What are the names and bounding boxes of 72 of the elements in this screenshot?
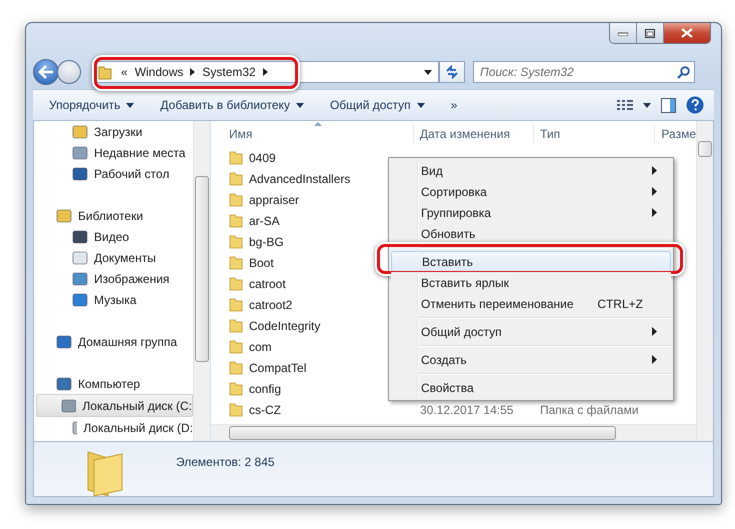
view-list-icon[interactable]: [617, 98, 633, 112]
column-header[interactable]: Разме: [655, 125, 696, 143]
maximize-icon: [645, 28, 655, 38]
item-count: Элементов: 2 845: [176, 455, 275, 469]
file-name[interactable]: appraiser: [249, 192, 300, 206]
breadcrumb[interactable]: System32: [202, 65, 256, 79]
scrollbar[interactable]: [696, 121, 713, 441]
toolbar-button[interactable]: Общий доступ: [326, 96, 429, 114]
file-name[interactable]: ar-SA: [249, 214, 280, 228]
back-button[interactable]: [33, 59, 59, 85]
nav-item[interactable]: Компьютер: [48, 373, 193, 394]
file-name[interactable]: bg-BG: [249, 234, 284, 248]
breadcrumb-overflow[interactable]: «: [121, 65, 128, 79]
file-name[interactable]: catroot2: [249, 298, 292, 312]
sort-arrow-icon: [314, 122, 322, 126]
submenu-arrow-icon: [652, 208, 657, 217]
submenu-arrow-icon: [652, 327, 657, 336]
nav-item[interactable]: Домашняя группа: [48, 331, 193, 352]
toolbar-button[interactable]: Упорядочить: [45, 96, 138, 114]
file-name[interactable]: catroot: [249, 276, 286, 290]
maximize-button[interactable]: [637, 23, 664, 43]
file-name[interactable]: config: [249, 382, 282, 396]
file-name[interactable]: Boot: [249, 256, 274, 270]
file-name[interactable]: 0409: [249, 150, 276, 164]
file-name[interactable]: AdvancedInstallers: [249, 172, 350, 186]
refresh-icon: [444, 65, 460, 79]
submenu-arrow-icon: [652, 166, 657, 175]
help-icon[interactable]: [686, 96, 704, 114]
back-arrow-icon: [38, 65, 54, 79]
scrollbar[interactable]: [193, 121, 210, 441]
date-cell: 30.12.2017 14:55: [420, 402, 514, 416]
close-icon: [681, 28, 693, 38]
nav-item[interactable]: Загрузки: [48, 121, 193, 142]
horizontal-scrollbar[interactable]: [211, 424, 696, 441]
minimize-icon: [618, 30, 628, 36]
menu-item[interactable]: Вставить ярлык: [391, 272, 671, 293]
submenu-arrow-icon: [652, 187, 657, 196]
search-icon[interactable]: [677, 66, 690, 79]
type-cell: Папка с файлами: [540, 402, 639, 416]
chevron-icon[interactable]: [190, 68, 196, 76]
nav-item[interactable]: Рабочий стол: [48, 163, 193, 184]
menu-item[interactable]: Вставить: [391, 251, 671, 272]
nav-item[interactable]: Локальный диск (D:: [48, 417, 193, 438]
toolbar-button[interactable]: »: [446, 96, 462, 114]
breadcrumb[interactable]: Windows: [134, 65, 184, 79]
file-name[interactable]: com: [249, 340, 272, 354]
nav-item[interactable]: Изображения: [48, 268, 193, 289]
dropdown-icon: [416, 102, 425, 108]
refresh-button[interactable]: [439, 61, 465, 83]
file-name[interactable]: CodeIntegrity: [249, 318, 320, 332]
search-field[interactable]: Поиск: System32: [473, 61, 695, 83]
dropdown-icon[interactable]: [643, 102, 651, 108]
nav-item[interactable]: Локальный диск (C:: [36, 394, 193, 417]
minimize-button[interactable]: [610, 23, 637, 43]
close-button[interactable]: [664, 23, 710, 43]
file-name[interactable]: CompatTel: [249, 360, 306, 374]
nav-item[interactable]: Документы: [48, 247, 193, 268]
submenu-arrow-icon: [652, 355, 657, 364]
forward-button[interactable]: [57, 60, 81, 84]
nav-item[interactable]: Библиотеки: [48, 205, 193, 226]
nav-item[interactable]: Музыка: [48, 289, 193, 310]
dropdown-icon[interactable]: [424, 70, 432, 74]
dropdown-icon: [126, 102, 134, 108]
file-name[interactable]: cs-CZ: [249, 402, 281, 416]
column-header[interactable]: Тип: [534, 125, 656, 143]
dropdown-icon: [296, 102, 304, 108]
toolbar-button[interactable]: Добавить в библиотеку: [156, 96, 308, 114]
nav-item[interactable]: Недавние места: [48, 142, 193, 163]
preview-pane-icon[interactable]: [661, 98, 676, 112]
column-header[interactable]: Дата изменения: [414, 125, 534, 143]
chevron-icon[interactable]: [262, 68, 268, 76]
nav-item[interactable]: Видео: [48, 226, 193, 247]
